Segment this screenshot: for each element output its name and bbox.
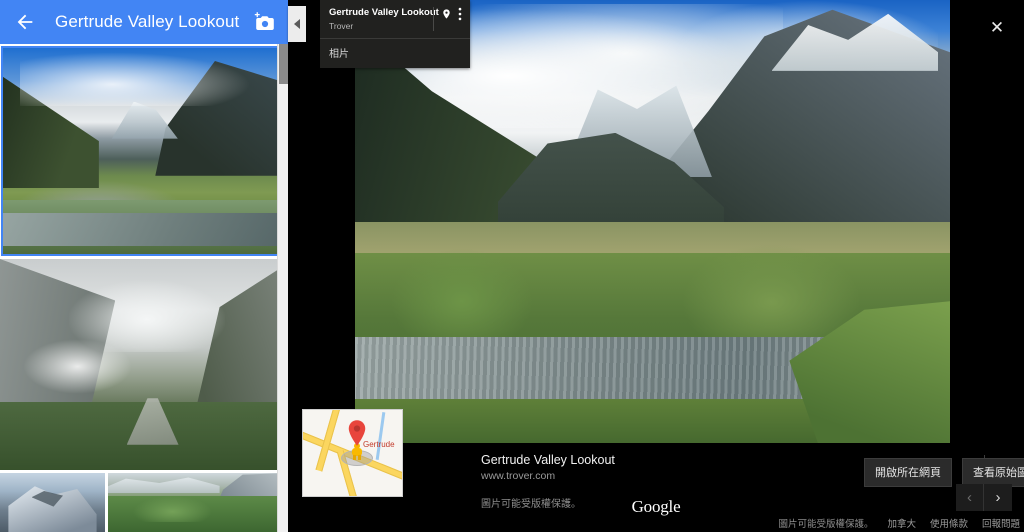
thumbnail-image	[0, 473, 105, 532]
attribution-content: Gertrude Valley Lookout www.trover.com 開…	[481, 452, 1024, 487]
thumbnail-list[interactable]	[0, 44, 288, 532]
tab-photos[interactable]: 相片	[329, 45, 349, 60]
photos-sidebar-panel: Gertrude Valley Lookout	[0, 0, 288, 532]
thumbnail-row	[0, 473, 288, 532]
thumbnail-item-3[interactable]	[108, 473, 288, 532]
next-photo-button[interactable]: ›	[984, 484, 1012, 511]
chevron-left-glyph	[294, 19, 300, 29]
previous-photo-button[interactable]: ‹	[956, 484, 984, 511]
place-info-titles: Gertrude Valley Lookout Trover	[329, 6, 439, 32]
place-info-card: Gertrude Valley Lookout Trover 相片	[320, 0, 470, 68]
chevron-left-icon[interactable]	[288, 6, 306, 42]
footer-copyright: 圖片可能受版權保護。	[778, 519, 874, 530]
attribution-text: Gertrude Valley Lookout www.trover.com	[481, 452, 776, 484]
main-photo-bush-left	[390, 248, 534, 337]
footer-links: 圖片可能受版權保護。 加拿大 使用條款 回報問題	[778, 516, 1020, 530]
thumbnail-image	[3, 48, 285, 254]
photo-navigation: ‹ ›	[956, 484, 1012, 511]
screen-root: Gertrude Valley Lookout ✕ Gertrude Valle…	[0, 0, 1024, 532]
google-logo: Google	[631, 497, 681, 516]
footer-link-report[interactable]: 回報問題	[982, 516, 1020, 530]
add-photo-camera-icon[interactable]	[248, 7, 278, 37]
place-info-card-header: Gertrude Valley Lookout Trover	[320, 0, 470, 38]
sidebar-scrollbar[interactable]	[277, 44, 288, 532]
app-header: Gertrude Valley Lookout	[0, 0, 288, 44]
thumbnail-item-0[interactable]	[1, 46, 287, 256]
thumbnail-item-1[interactable]	[0, 259, 288, 470]
place-title: Gertrude Valley Lookout	[329, 7, 439, 18]
map-pin-icon[interactable]	[440, 6, 453, 21]
main-photo-bush-right	[682, 243, 861, 342]
footer-link-terms[interactable]: 使用條款	[930, 516, 968, 530]
view-original-image-button[interactable]: 查看原始圖片	[962, 458, 1024, 487]
minimap[interactable]: Gertrude	[302, 409, 403, 497]
divider	[433, 7, 435, 31]
page-title: Gertrude Valley Lookout	[55, 12, 240, 31]
place-info-card-tabs: 相片	[320, 38, 470, 68]
footer-link-country[interactable]: 加拿大	[887, 516, 916, 530]
attribution-title: Gertrude Valley Lookout	[481, 453, 615, 467]
open-source-page-button[interactable]: 開啟所在網頁	[864, 458, 952, 487]
thumbnail-image	[108, 473, 288, 532]
close-icon[interactable]: ✕	[980, 10, 1014, 44]
place-source: Trover	[329, 21, 354, 31]
sidebar-scrollbar-thumb[interactable]	[279, 44, 288, 84]
back-arrow-icon[interactable]	[12, 9, 38, 35]
more-vertical-icon[interactable]	[453, 6, 466, 21]
thumbnail-image	[0, 259, 288, 470]
thumbnail-item-2[interactable]	[0, 473, 105, 532]
attribution-buttons: 開啟所在網頁 查看原始圖片	[864, 458, 1024, 487]
photo-viewer-overlay: ✕ Gertrude Valley Lookout Trover 相片 Gert…	[288, 0, 1024, 532]
minimap-label: Gertrude	[363, 440, 395, 449]
attribution-url[interactable]: www.trover.com	[481, 469, 776, 484]
